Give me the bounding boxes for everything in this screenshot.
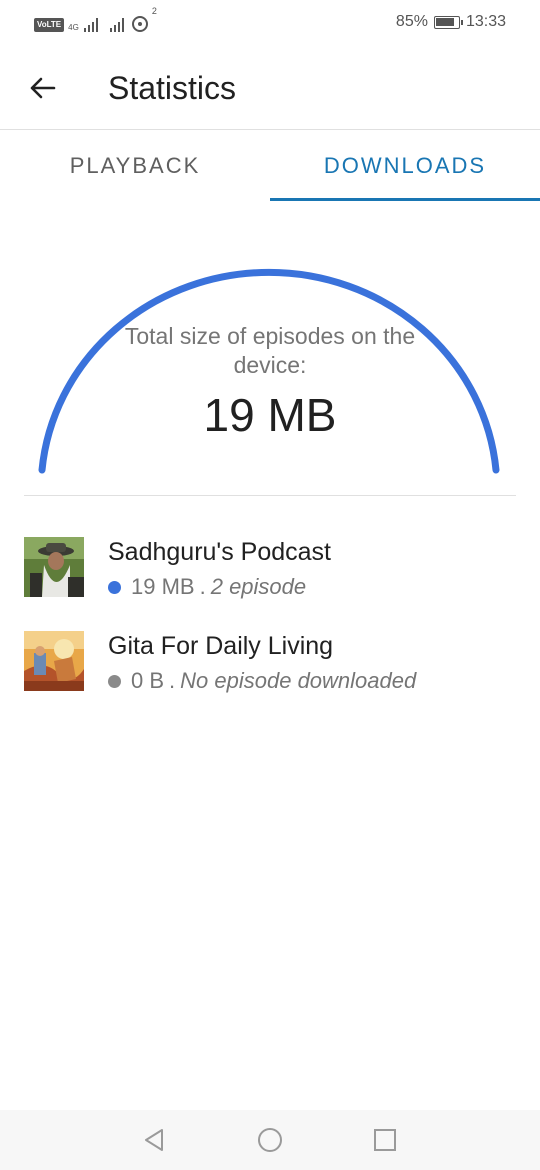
podcast-title: Gita For Daily Living <box>108 632 334 660</box>
download-size: 0 B <box>131 668 165 693</box>
clock: 13:33 <box>465 13 506 30</box>
podcast-cover-image <box>24 537 84 597</box>
battery-percent: 85% <box>395 13 428 30</box>
signal-icon <box>83 18 98 32</box>
square-recents-icon[interactable] <box>371 1126 399 1154</box>
storage-gauge: Total size of episodes on the device: 19… <box>30 250 510 490</box>
podcast-cover-image <box>24 631 84 691</box>
gauge-value: 19 MB <box>203 389 337 441</box>
toolbar: Statistics <box>0 46 540 130</box>
hotspot-count: 2 <box>151 6 157 16</box>
arrow-back-icon <box>30 77 56 99</box>
back-button[interactable] <box>22 68 62 108</box>
hotspot-icon <box>131 16 148 32</box>
battery-icon <box>433 15 463 29</box>
status-icons-right: 85% 13:33 <box>396 13 506 31</box>
volte-icon: VoLTE <box>34 18 65 32</box>
tab-bar: PLAYBACK DOWNLOADS <box>0 131 540 201</box>
page-title: Statistics <box>108 70 237 106</box>
episode-count: No episode downloaded <box>180 668 417 693</box>
tab-playback[interactable]: PLAYBACK <box>0 131 270 201</box>
signal-icon-2 <box>109 18 124 32</box>
episode-count: 2 episode <box>210 574 307 599</box>
triangle-back-icon[interactable] <box>140 1126 168 1154</box>
list-item[interactable]: Gita For Daily Living 0 B . No episode d… <box>0 612 540 706</box>
system-nav-bar <box>0 1110 540 1170</box>
list-item[interactable]: Sadhguru's Podcast 19 MB . 2 episode <box>0 518 540 612</box>
circle-home-icon[interactable] <box>256 1126 284 1154</box>
gauge-label: Total size of episodes on the device: <box>124 323 416 378</box>
network-type-icon: 4G <box>68 23 79 32</box>
podcast-meta: 0 B . No episode downloaded <box>108 668 416 694</box>
divider <box>24 495 516 496</box>
podcast-list: Sadhguru's Podcast 19 MB . 2 episode Git… <box>0 518 540 706</box>
download-size: 19 MB <box>131 574 195 599</box>
status-icons-left: VoLTE 4G 2 <box>34 6 157 32</box>
podcast-meta: 19 MB . 2 episode <box>108 574 306 600</box>
series-color-dot <box>108 674 121 688</box>
status-bar: VoLTE 4G 2 85% 13:33 <box>0 0 540 46</box>
tab-downloads[interactable]: DOWNLOADS <box>270 131 540 201</box>
series-color-dot <box>108 580 121 594</box>
podcast-title: Sadhguru's Podcast <box>108 538 331 566</box>
